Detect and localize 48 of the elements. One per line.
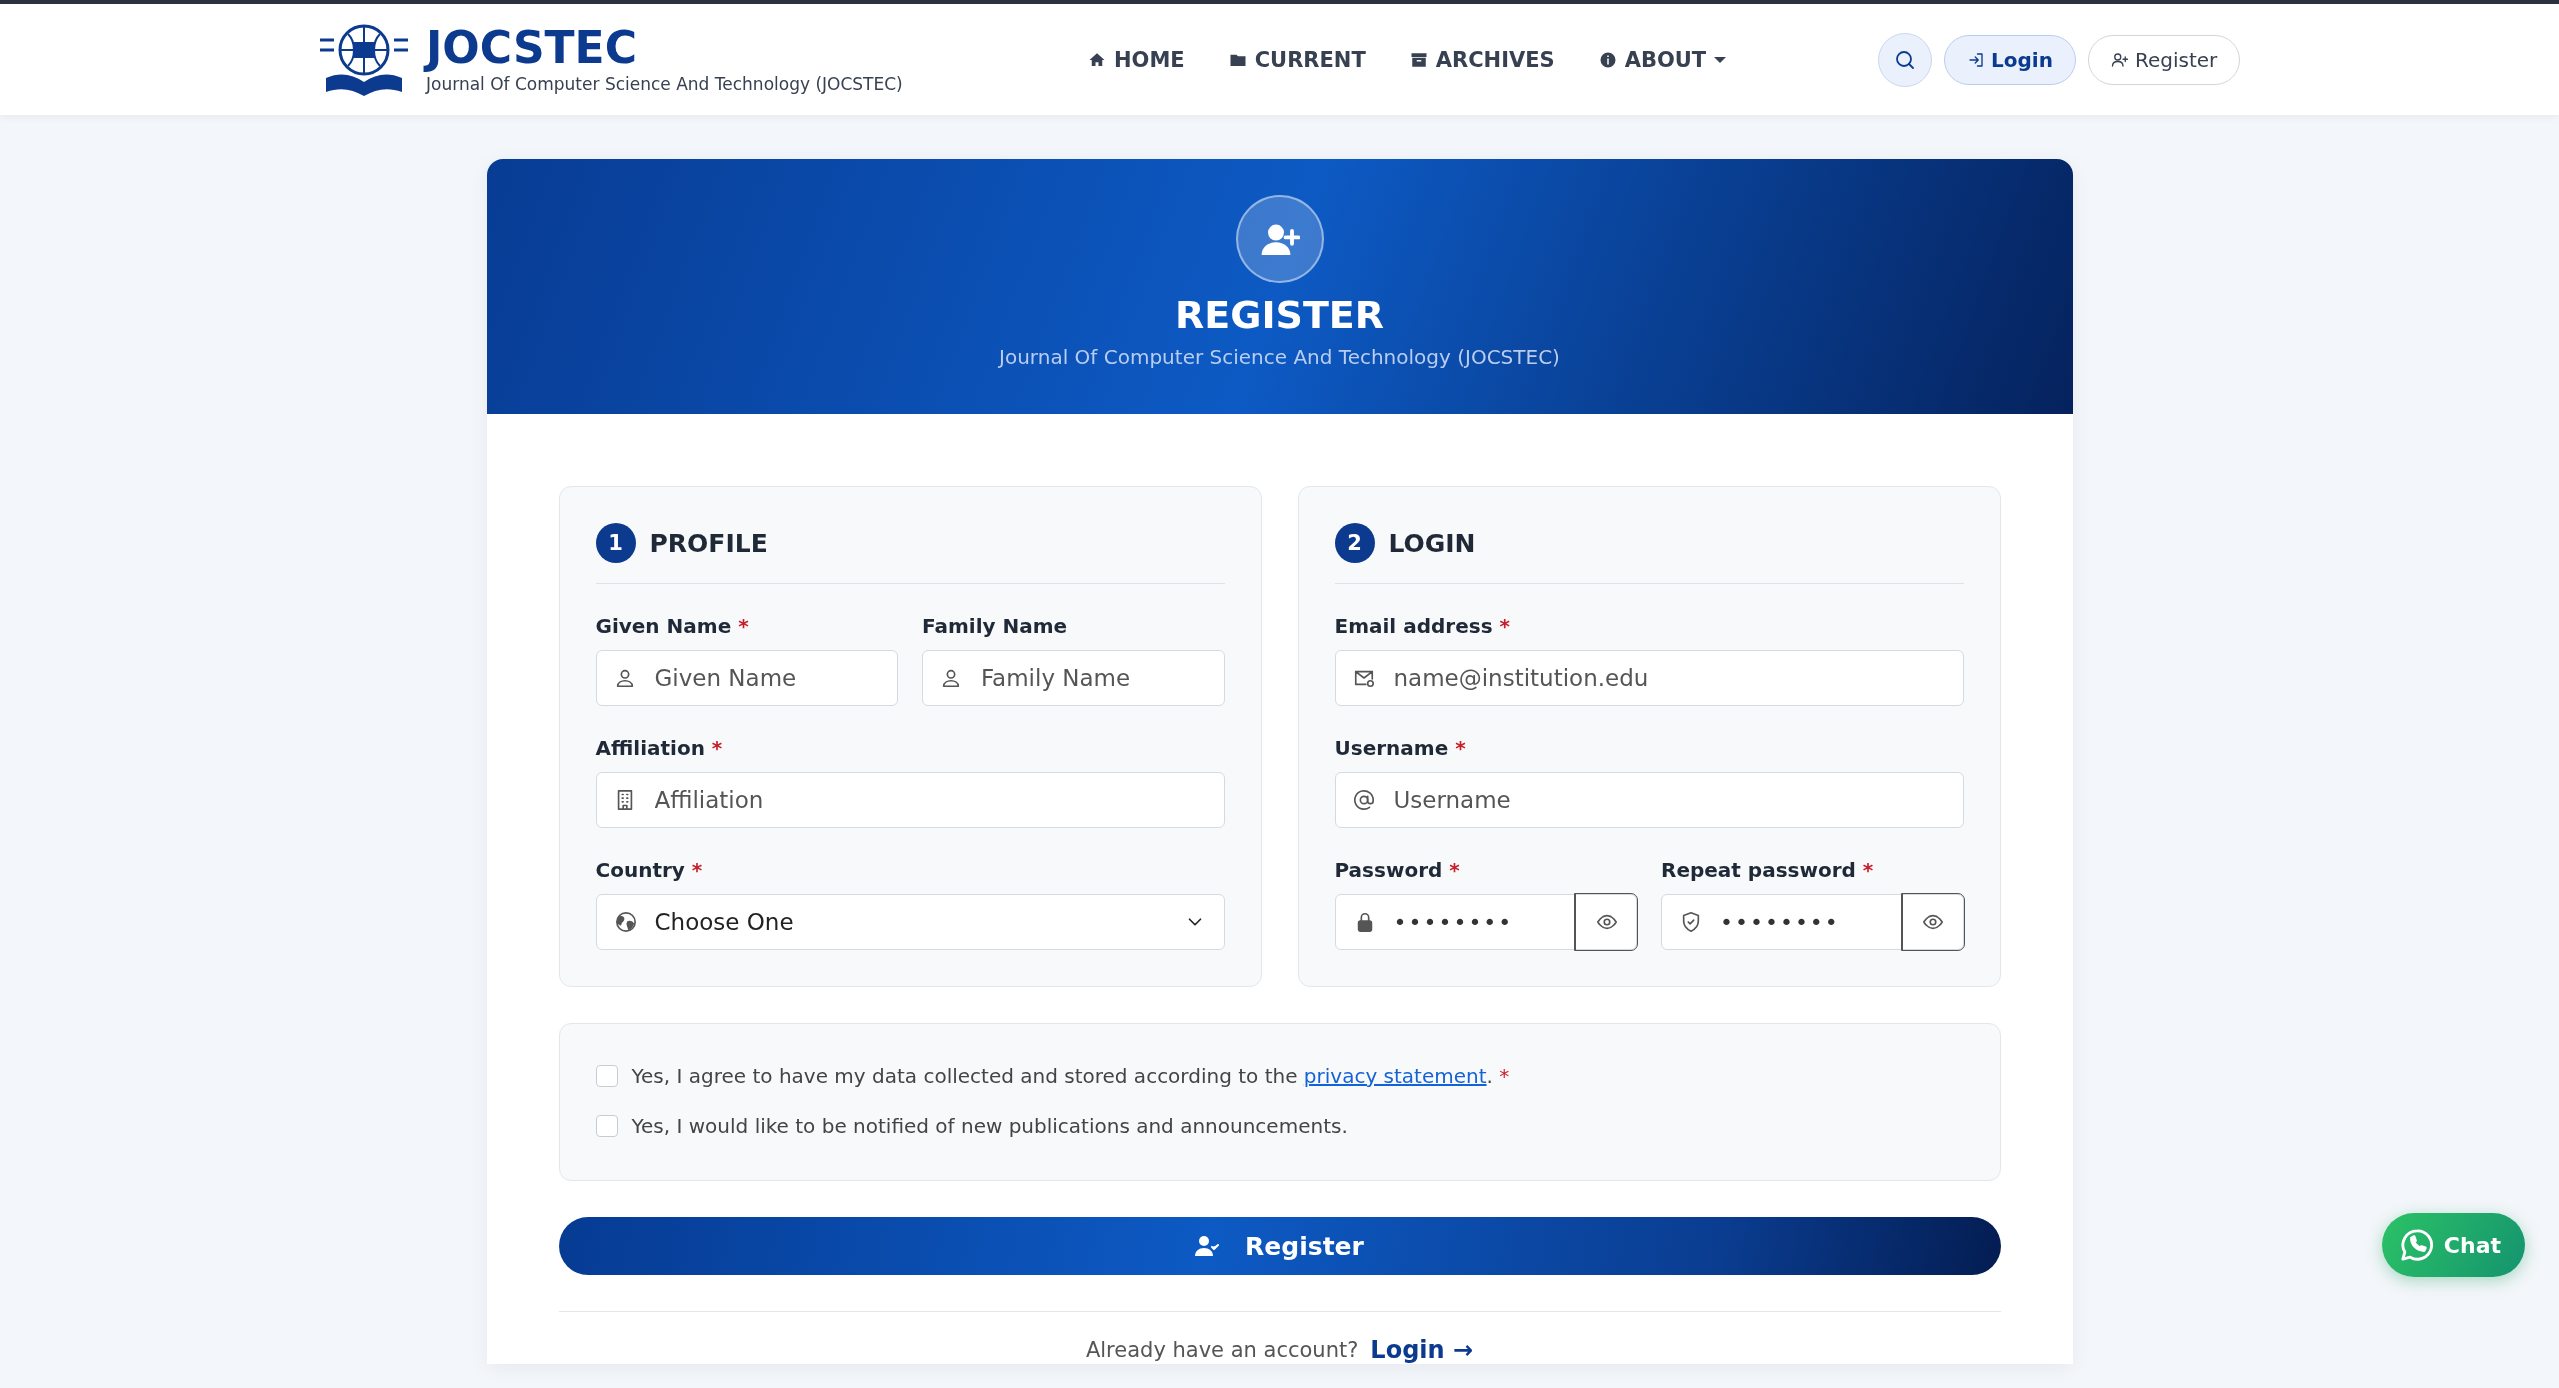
country-select[interactable]: Choose One [595, 894, 1225, 950]
field-label: Password * [1334, 858, 1461, 882]
register-submit-button[interactable]: Register [558, 1217, 2001, 1275]
register-button[interactable]: Register [2087, 34, 2241, 85]
field-label: Affiliation * [595, 736, 724, 760]
checkbox[interactable] [595, 1115, 618, 1137]
section-title: PROFILE [649, 528, 768, 558]
nav-link[interactable]: ABOUT [1598, 47, 1727, 72]
card-subtitle: Journal Of Computer Science And Technology (JOCSTEC) [999, 345, 1560, 369]
nav-link[interactable]: HOME [1088, 47, 1185, 72]
privacy-link[interactable]: privacy statement [1303, 1064, 1487, 1088]
field-label: Family Name [922, 614, 1069, 638]
consent-text: Yes, I would like to be notified of new publications and announcements. [631, 1114, 1348, 1138]
shield-icon [1680, 911, 1702, 933]
card-title: REGISTER [1174, 293, 1385, 337]
sign-in-icon [1967, 50, 1985, 69]
input-field[interactable]: Family Name [922, 650, 1225, 706]
field-label: Repeat password * [1661, 858, 1875, 882]
input-field[interactable]: Affiliation [595, 772, 1225, 828]
input-field[interactable]: name@institution.edu [1334, 650, 1964, 706]
password-field[interactable]: •••••••• [1334, 894, 1637, 950]
nav-link[interactable]: CURRENT [1228, 47, 1366, 72]
step-number: 2 [1334, 523, 1375, 563]
checkbox[interactable] [595, 1065, 618, 1087]
section-title: LOGIN [1388, 528, 1476, 558]
show-password-button[interactable] [1901, 894, 1964, 950]
field-label: Country * [595, 858, 704, 882]
show-password-button[interactable] [1575, 894, 1637, 950]
field-label: Email address * [1334, 614, 1511, 638]
info-icon [1598, 50, 1617, 69]
input-field[interactable]: Username [1334, 772, 1964, 828]
nav-link[interactable]: ARCHIVES [1409, 47, 1555, 72]
field-label: Given Name * [595, 614, 750, 638]
input-field[interactable]: Given Name [595, 650, 898, 706]
step-number: 1 [595, 523, 636, 563]
globe-icon [614, 911, 637, 933]
field-label: Username * [1334, 736, 1467, 760]
login-button[interactable]: Login [1944, 34, 2076, 85]
whatsapp-icon [2399, 1228, 2434, 1262]
account-question: Already have an account? [1085, 1338, 1359, 1362]
archive-icon [1409, 50, 1428, 69]
login-link[interactable]: Login → [1370, 1336, 1474, 1364]
password-field[interactable]: •••••••• [1661, 894, 1964, 950]
search-button[interactable] [1878, 32, 1932, 87]
add-person-icon [2110, 50, 2129, 69]
person-check-icon [1195, 1234, 1220, 1258]
site-subtitle: Journal Of Computer Science And Technology (JOCSTEC) [426, 73, 903, 94]
consent-text: Yes, I agree to have my data collected and stored according to the privacy statement. * [631, 1064, 1510, 1088]
